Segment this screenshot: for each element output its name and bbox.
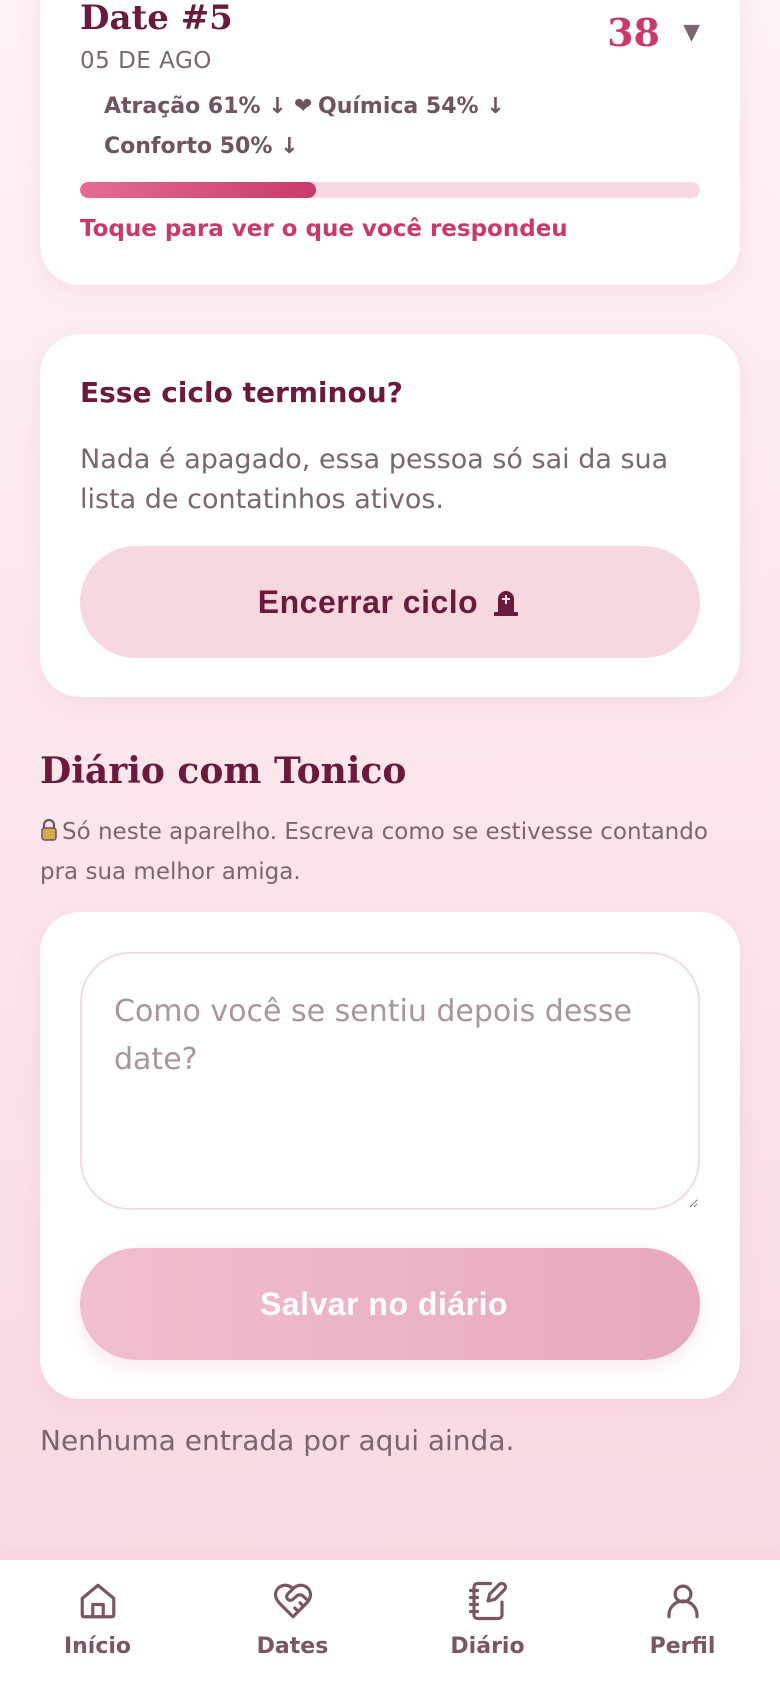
metric-conforto: Conforto 50% ↓ — [80, 134, 299, 159]
nav-item-dates[interactable]: Dates — [223, 1560, 363, 1688]
end-cycle-title: Esse ciclo terminou? — [80, 376, 403, 409]
nav-item-inicio[interactable]: Início — [28, 1560, 168, 1688]
bottom-navigation: Início Dates Diário Perfil — [0, 1560, 780, 1688]
notebook-pen-icon — [468, 1581, 507, 1621]
diary-entry-card: Salvar no diário — [40, 912, 740, 1399]
score-progress-bar — [80, 182, 700, 198]
metric-label: Química 54% ↓ — [318, 94, 505, 119]
lock-icon — [40, 818, 58, 842]
heart-handshake-icon — [273, 1583, 312, 1619]
diary-entry-input[interactable] — [80, 952, 700, 1210]
end-cycle-label: Encerrar ciclo — [257, 583, 479, 620]
heart-icon: ❤ — [294, 94, 313, 119]
nav-label: Diário — [450, 1634, 525, 1659]
metric-atracao: Atração 61% ↓ — [80, 94, 287, 119]
diary-note-text: Só neste aparelho. Escreva como se estiv… — [40, 819, 708, 885]
date-title: Date #5 — [80, 0, 233, 38]
nav-label: Perfil — [649, 1634, 716, 1659]
end-cycle-card: Esse ciclo terminou? Nada é apagado, ess… — [40, 334, 740, 697]
metric-label: Atração 61% ↓ — [104, 94, 287, 119]
nav-label: Início — [63, 1634, 132, 1659]
view-answers-link[interactable]: Toque para ver o que você respondeu — [80, 216, 568, 242]
caret-down-icon[interactable]: ▼ — [683, 20, 700, 45]
save-diary-button[interactable]: Salvar no diário — [80, 1248, 700, 1360]
home-icon — [80, 1583, 115, 1619]
date-score: 38 — [607, 10, 660, 55]
end-cycle-button[interactable]: Encerrar ciclo — [80, 546, 700, 658]
nav-item-perfil[interactable]: Perfil — [613, 1560, 753, 1688]
user-icon — [666, 1584, 699, 1619]
save-diary-label: Salvar no diário — [259, 1285, 509, 1322]
nav-label: Dates — [256, 1634, 329, 1659]
tombstone-icon — [490, 586, 522, 618]
end-cycle-description: Nada é apagado, essa pessoa só sai da su… — [80, 444, 669, 515]
metric-label: Conforto 50% ↓ — [104, 134, 299, 159]
metric-quimica: ❤ Química 54% ↓ — [294, 94, 505, 119]
date-day: 05 DE AGO — [80, 48, 212, 74]
date-card[interactable]: Date #5 05 DE AGO 38 ▼ Atração 61% ↓ ❤ Qu… — [40, 0, 740, 285]
diary-privacy-note: Só neste aparelho. Escreva como se estiv… — [40, 812, 740, 892]
score-progress-fill — [80, 182, 316, 198]
empty-diary-message: Nenhuma entrada por aqui ainda. — [40, 1424, 515, 1457]
nav-item-diario[interactable]: Diário — [418, 1560, 558, 1688]
diary-heading: Diário com Tonico — [40, 750, 407, 792]
